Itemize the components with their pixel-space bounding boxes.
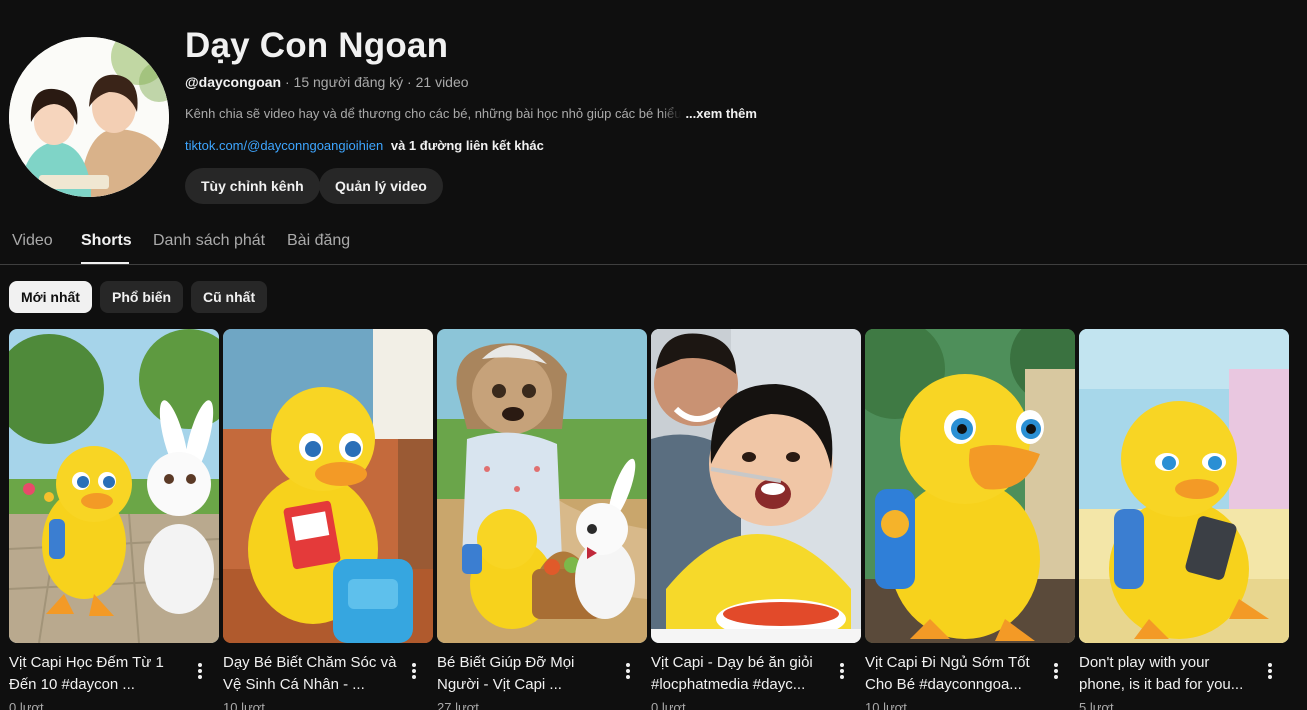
tab-video[interactable]: Video [12,232,53,250]
customize-channel-button[interactable]: Tùy chỉnh kênh [185,168,320,204]
channel-stats: · 15 người đăng ký · 21 video [281,74,469,90]
more-vert-icon[interactable] [618,659,638,683]
short-thumbnail[interactable] [651,329,861,643]
tiktok-link[interactable]: tiktok.com/@dayconngoangioihien [185,138,383,153]
channel-meta: @daycongoan · 15 người đăng ký · 21 vide… [185,74,469,90]
short-title[interactable]: Vịt Capi - Dạy bé ăn giỏi #locphatmedia … [651,652,831,696]
active-tab-indicator [81,262,129,264]
tab-shorts[interactable]: Shorts [81,232,132,250]
short-views: 10 lượt [223,700,265,710]
short-title[interactable]: Vịt Capi Đi Ngủ Sớm Tốt Cho Bé #dayconng… [865,652,1045,696]
tab-posts[interactable]: Bài đăng [287,232,350,250]
channel-description-row[interactable]: Kênh chia sẽ video hay và dể thương cho … [185,106,757,122]
channel-avatar[interactable] [9,37,169,197]
filter-popular[interactable]: Phổ biến [100,281,184,313]
short-views: 0 lượt [9,700,44,710]
channel-links: tiktok.com/@dayconngoangioihien và 1 đườ… [185,138,544,153]
more-vert-icon[interactable] [190,659,210,683]
short-thumbnail[interactable] [9,329,219,643]
short-views: 27 lượt [437,700,479,710]
channel-handle: @daycongoan [185,74,282,90]
manage-videos-button[interactable]: Quản lý video [319,168,443,204]
more-vert-icon[interactable] [832,659,852,683]
short-thumbnail[interactable] [223,329,433,643]
short-thumbnail[interactable] [865,329,1075,643]
short-views: 10 lượt [865,700,907,710]
short-thumbnail[interactable] [437,329,647,643]
short-title[interactable]: Bé Biết Giúp Đỡ Mọi Người - Vịt Capi ... [437,652,617,696]
tab-playlists[interactable]: Danh sách phát [153,232,265,250]
more-links[interactable]: và 1 đường liên kết khác [391,138,544,153]
more-vert-icon[interactable] [1046,659,1066,683]
channel-tabs: Video Shorts Danh sách phát Bài đăng [0,222,1307,265]
short-thumbnail[interactable] [1079,329,1289,643]
short-views: 5 lượt [1079,700,1114,710]
filter-oldest[interactable]: Cũ nhất [191,281,268,313]
more-vert-icon[interactable] [404,659,424,683]
filter-newest[interactable]: Mới nhất [9,281,92,313]
short-views: 0 lượt [651,700,686,710]
channel-description: Kênh chia sẽ video hay và dể thương cho … [185,106,682,121]
short-title[interactable]: Dạy Bé Biết Chăm Sóc và Vệ Sinh Cá Nhân … [223,652,403,696]
channel-name: Dạy Con Ngoan [185,26,449,65]
more-vert-icon[interactable] [1260,659,1280,683]
show-more-link[interactable]: ...xem thêm [685,106,757,121]
short-title[interactable]: Don't play with your phone, is it bad fo… [1079,652,1259,696]
short-title[interactable]: Vịt Capi Học Đếm Từ 1 Đến 10 #daycon ... [9,652,189,696]
